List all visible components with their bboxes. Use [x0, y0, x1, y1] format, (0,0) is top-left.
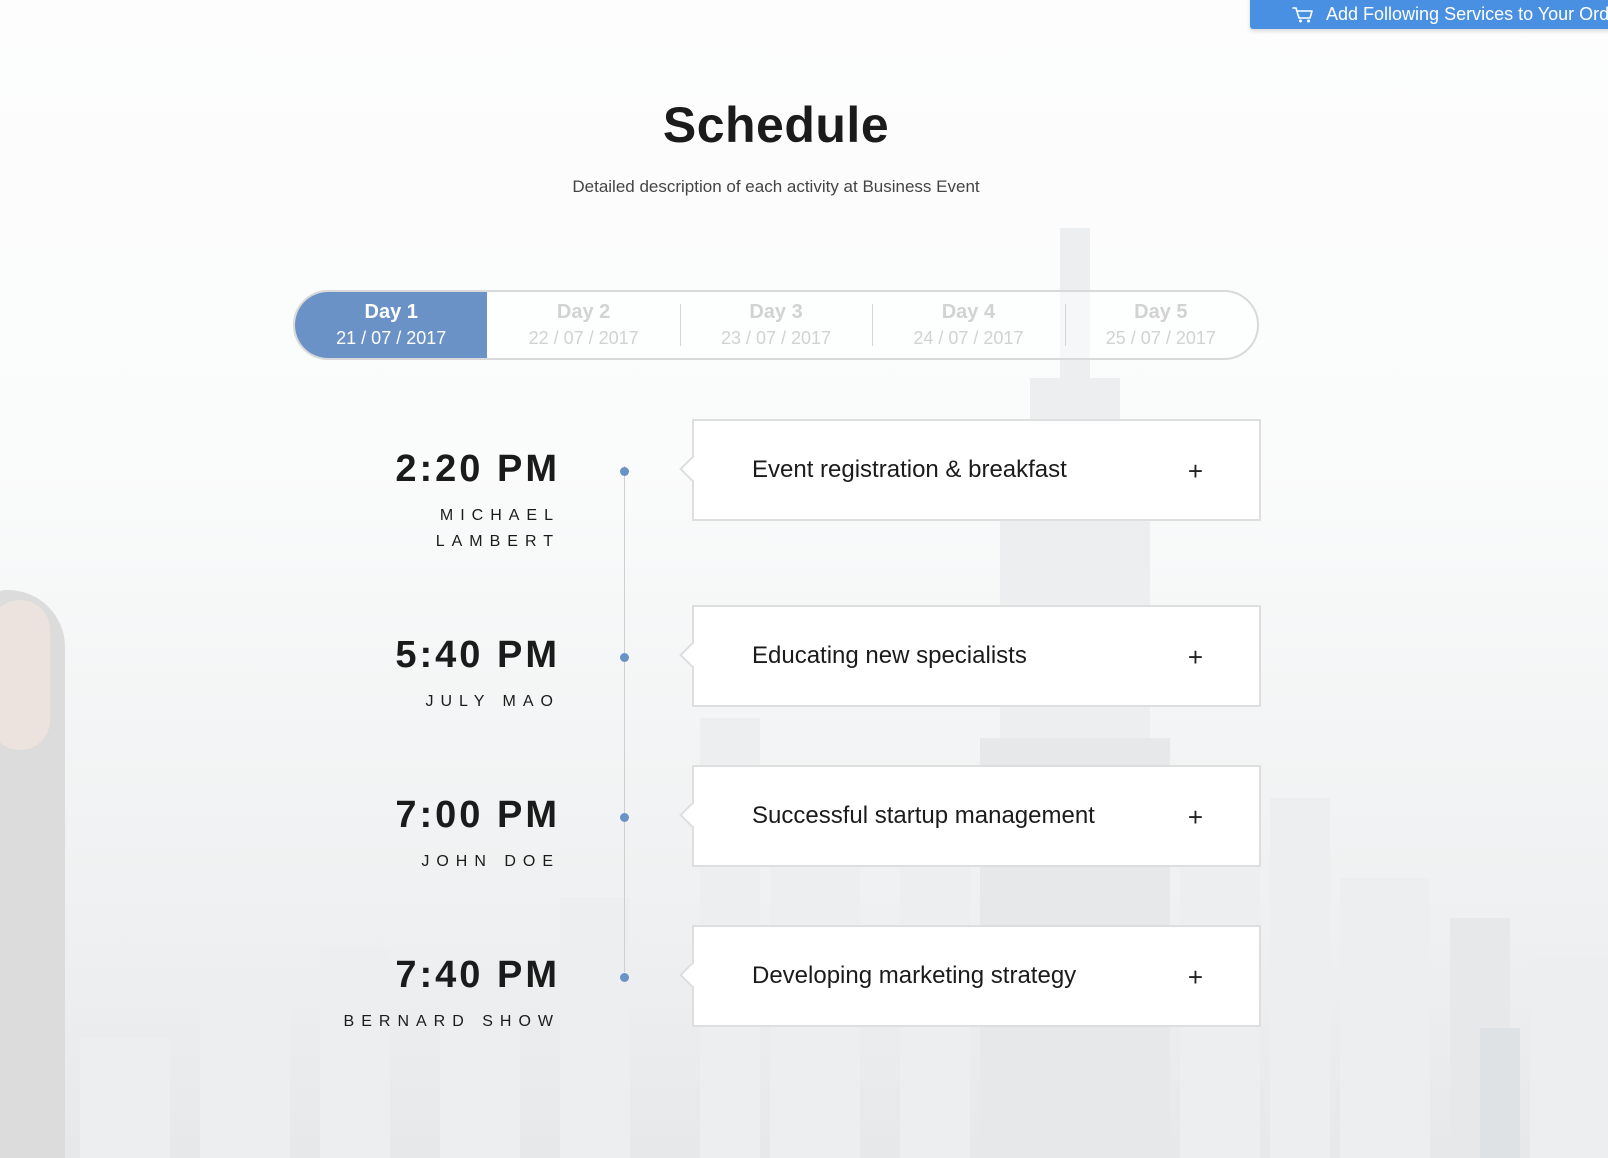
expand-plus-icon[interactable]: +	[1188, 962, 1203, 992]
tab-date-label: 22 / 07 / 2017	[528, 328, 639, 348]
tab-date-label: 21 / 07 / 2017	[336, 328, 447, 348]
session-title: Successful startup management	[752, 802, 1095, 829]
cart-icon	[1292, 6, 1313, 22]
timeline-dot	[620, 813, 629, 822]
entry-time: 7:00 PM	[395, 794, 560, 836]
session-title: Developing marketing strategy	[752, 962, 1077, 989]
tab-day-4[interactable]: Day 4 24 / 07 / 2017	[872, 292, 1064, 358]
timeline-line	[624, 466, 625, 972]
session-title: Event registration & breakfast	[752, 456, 1067, 483]
tab-date-label: 23 / 07 / 2017	[720, 328, 832, 348]
entry-time: 5:40 PM	[395, 634, 560, 676]
tab-day-label: Day 3	[749, 301, 803, 323]
expand-plus-icon[interactable]: +	[1188, 456, 1203, 486]
tab-date-label: 24 / 07 / 2017	[913, 328, 1024, 348]
tab-day-3[interactable]: Day 3 23 / 07 / 2017	[679, 292, 872, 358]
tab-day-1[interactable]: Day 1 21 / 07 / 2017	[295, 292, 488, 358]
entry-time: 2:20 PM	[395, 448, 560, 490]
timeline-dot	[620, 467, 629, 476]
expand-plus-icon[interactable]: +	[1188, 802, 1203, 832]
entry-speaker: JOHN DOE	[421, 853, 560, 870]
session-card[interactable]: Educating new specialists +	[692, 605, 1261, 707]
tab-day-label: Day 1	[364, 301, 418, 323]
day-tabs: Day 1 21 / 07 / 2017 Day 2 22 / 07 / 201…	[293, 290, 1259, 360]
session-card[interactable]: Successful startup management +	[692, 765, 1261, 867]
tab-date-label: 25 / 07 / 2017	[1105, 328, 1216, 348]
tab-day-5[interactable]: Day 5 25 / 07 / 2017	[1064, 292, 1257, 358]
expand-plus-icon[interactable]: +	[1188, 642, 1203, 672]
entry-speaker: BERNARD SHOW	[343, 1013, 560, 1030]
tab-day-label: Day 4	[941, 301, 996, 323]
timeline-dot	[620, 653, 629, 662]
session-card[interactable]: Event registration & breakfast +	[692, 419, 1261, 521]
order-button-label: Add Following Services to Your Order	[1326, 4, 1608, 24]
tab-day-label: Day 2	[556, 301, 611, 323]
entry-speaker: MICHAEL LAMBERT	[435, 507, 560, 550]
tab-day-2[interactable]: Day 2 22 / 07 / 2017	[487, 292, 679, 358]
entry-speaker: JULY MAO	[425, 693, 560, 710]
timeline-dot	[620, 973, 629, 982]
entry-time: 7:40 PM	[395, 954, 560, 996]
page-title: Schedule	[662, 97, 890, 153]
tab-day-label: Day 5	[1134, 301, 1188, 323]
session-title: Educating new specialists	[752, 642, 1027, 669]
page-subtitle: Detailed description of each activity at…	[572, 177, 980, 196]
session-card[interactable]: Developing marketing strategy +	[692, 925, 1261, 1027]
add-services-order-button[interactable]: Add Following Services to Your Order	[1250, 0, 1608, 29]
